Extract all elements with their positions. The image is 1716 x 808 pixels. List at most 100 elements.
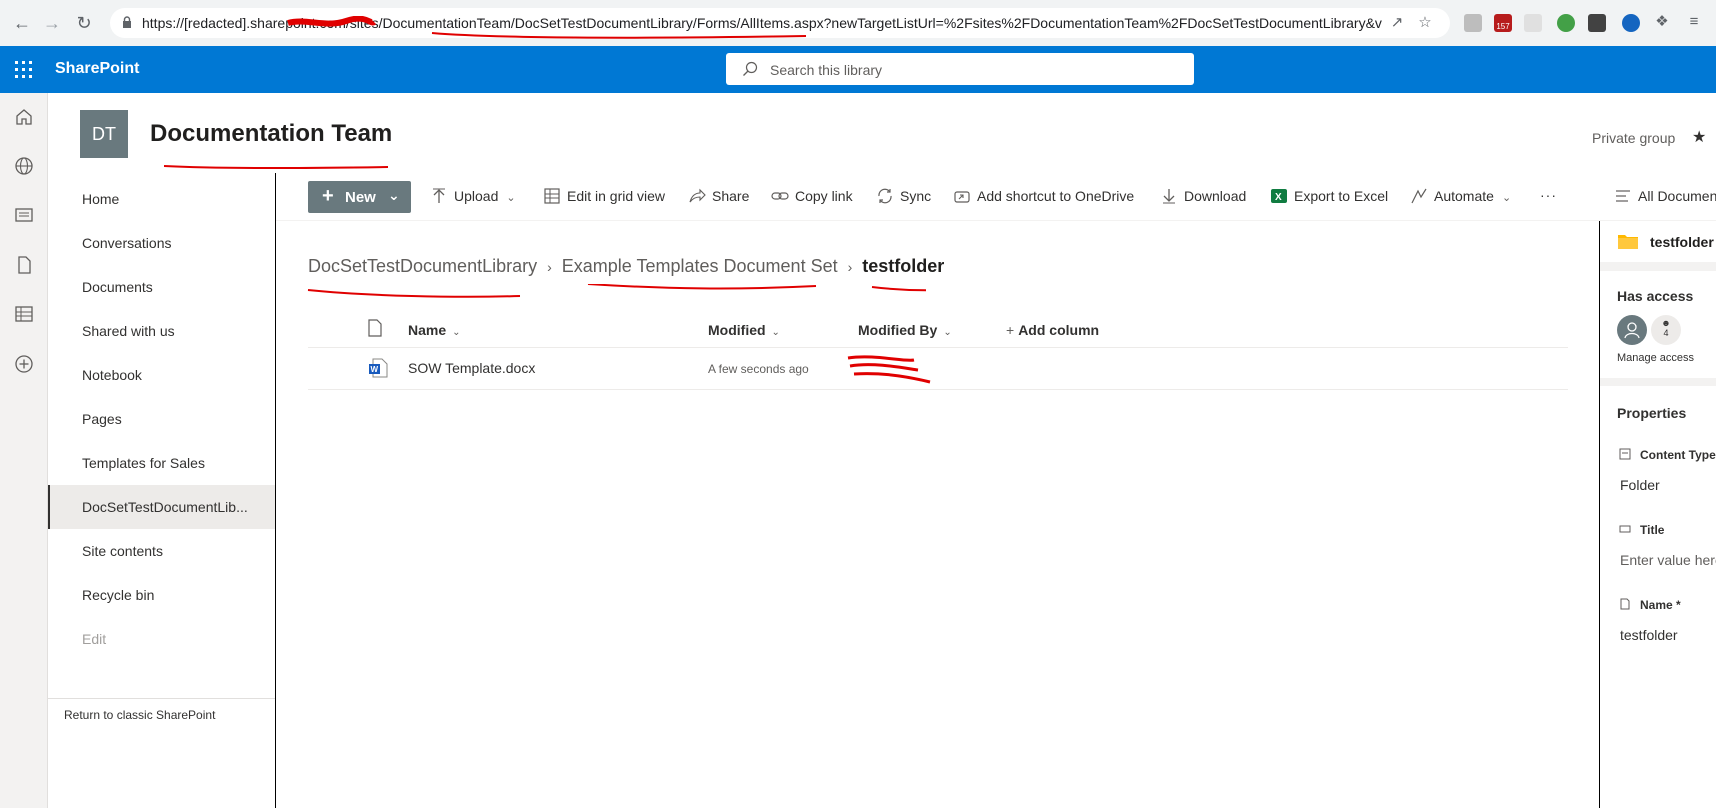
export-to-excel-button[interactable]: X Export to Excel [1270,187,1388,209]
create-icon[interactable] [14,354,34,374]
app-launcher-icon[interactable] [15,61,32,78]
nav-item-docset-library[interactable]: DocSetTestDocumentLib... [48,485,275,529]
nav-item-shared-with-us[interactable]: Shared with us [48,309,275,353]
return-to-classic-link[interactable]: Return to classic SharePoint [64,708,215,722]
share-page-icon[interactable]: ↗ [1388,14,1406,32]
nav-item-home[interactable]: Home [48,177,275,221]
new-button-label: New [345,189,376,206]
browser-toolbar: ← → ↻ https://[redacted].sharepoint.com/… [0,0,1716,46]
site-logo[interactable]: DT [80,110,128,158]
excel-icon: X [1271,189,1287,203]
list-header: Name ⌄ Modified ⌄ Modified By ⌄ + Add column [308,310,1568,348]
edit-in-grid-view-button[interactable]: Edit in grid view [543,187,665,209]
title-field[interactable]: Enter value here [1620,552,1716,568]
breadcrumb: DocSetTestDocumentLibrary › Example Templa… [308,256,944,282]
chevron-down-icon: ⌄ [452,327,461,338]
nav-item-recycle-bin[interactable]: Recycle bin [48,573,275,617]
column-header-modified[interactable]: Modified ⌄ [708,322,780,338]
extension-badge-icon[interactable]: 157 [1494,14,1512,32]
chevron-down-icon: ⌄ [771,327,780,338]
nav-item-documents[interactable]: Documents [48,265,275,309]
lists-icon[interactable] [14,304,34,324]
column-header-name[interactable]: Name ⌄ [408,322,461,338]
brand-name[interactable]: SharePoint [55,60,139,78]
site-title[interactable]: Documentation Team [150,120,392,148]
shortcut-icon [954,191,970,203]
content-type-icon [1619,448,1631,460]
extension-icon[interactable] [1557,14,1575,32]
content-type-value[interactable]: Folder [1620,477,1660,493]
document-icon[interactable] [14,255,34,275]
has-access-heading: Has access [1617,288,1694,304]
svg-text:X: X [1275,192,1282,203]
share-button[interactable]: Share [688,187,749,209]
address-bar[interactable]: https://[redacted].sharepoint.com/sites/… [110,8,1450,39]
nav-item-pages[interactable]: Pages [48,397,275,441]
new-button[interactable]: + New ⌄ [308,181,411,213]
site-navigation: Home Conversations Documents Shared with… [48,173,276,808]
pane-separator [1600,378,1716,386]
sync-button[interactable]: Sync [876,187,931,209]
sync-label: Sync [900,188,932,204]
list-row[interactable]: W SOW Template.docx A few seconds ago [308,348,1568,390]
nav-item-site-contents[interactable]: Site contents [48,529,275,573]
text-field-icon [1619,525,1631,533]
globe-icon[interactable] [14,156,34,176]
automate-icon [1411,188,1427,204]
share-icon [689,188,706,203]
nav-edit-link[interactable]: Edit [48,617,275,661]
plus-icon: + [1006,322,1015,338]
extension-icon[interactable] [1588,14,1606,32]
modified-date: A few seconds ago [708,362,809,376]
nav-item-notebook[interactable]: Notebook [48,353,275,397]
nav-item-conversations[interactable]: Conversations [48,221,275,265]
avatar[interactable] [1617,315,1647,345]
forward-icon[interactable]: → [40,11,64,35]
redaction-mark [847,355,931,384]
nav-item-templates-for-sales[interactable]: Templates for Sales [48,441,275,485]
add-column-button[interactable]: + Add column [1006,322,1099,338]
chevron-down-icon: ⌄ [388,187,400,203]
manage-access-link[interactable]: Manage access [1617,352,1694,364]
puzzle-icon[interactable]: ❖ [1653,13,1671,31]
properties-heading: Properties [1617,405,1687,421]
upload-icon [433,188,445,203]
file-name-link[interactable]: SOW Template.docx [408,360,535,376]
redaction-mark [287,16,376,27]
access-count-avatar[interactable]: ☻ 4 [1651,315,1681,345]
reading-list-icon[interactable]: ≡ [1685,13,1703,31]
person-icon [1624,322,1640,339]
copy-link-label: Copy link [795,188,853,204]
upload-label: Upload [454,188,499,204]
reload-icon[interactable]: ↻ [72,11,96,35]
more-options-button[interactable]: ··· [1540,187,1557,209]
extension-icon[interactable] [1524,14,1542,32]
download-button[interactable]: Download [1160,187,1246,209]
back-icon[interactable]: ← [10,11,34,35]
search-input[interactable]: Search this library [726,53,1194,85]
add-shortcut-button[interactable]: Add shortcut to OneDrive [953,187,1134,209]
search-icon [743,61,758,76]
news-icon[interactable] [14,205,34,225]
view-switcher[interactable]: All Documents [1614,187,1716,209]
upload-button[interactable]: Upload ⌄ [430,187,516,209]
home-icon[interactable] [14,107,34,127]
name-field[interactable]: testfolder [1620,627,1678,643]
extension-icon[interactable] [1464,14,1482,32]
breadcrumb-item-document-set[interactable]: Example Templates Document Set [562,256,838,276]
access-count: 4 [1663,328,1669,338]
extension-icon[interactable] [1622,14,1640,32]
annotation-underline [431,32,807,39]
automate-button[interactable]: Automate ⌄ [1410,187,1511,209]
bookmark-star-icon[interactable]: ☆ [1416,14,1434,32]
title-label: Title [1640,523,1665,537]
details-pane-title: testfolder [1650,234,1714,250]
column-header-modified-by[interactable]: Modified By ⌄ [858,322,952,338]
details-pane: testfolder Has access ☻ 4 Manage access … [1599,221,1716,808]
add-column-label: Add column [1018,322,1100,338]
breadcrumb-item-library[interactable]: DocSetTestDocumentLibrary [308,256,537,276]
pane-separator [1600,263,1716,271]
copy-link-button[interactable]: Copy link [771,187,853,209]
follow-star-icon[interactable]: ★ [1692,127,1706,147]
file-type-icon[interactable] [368,319,382,337]
